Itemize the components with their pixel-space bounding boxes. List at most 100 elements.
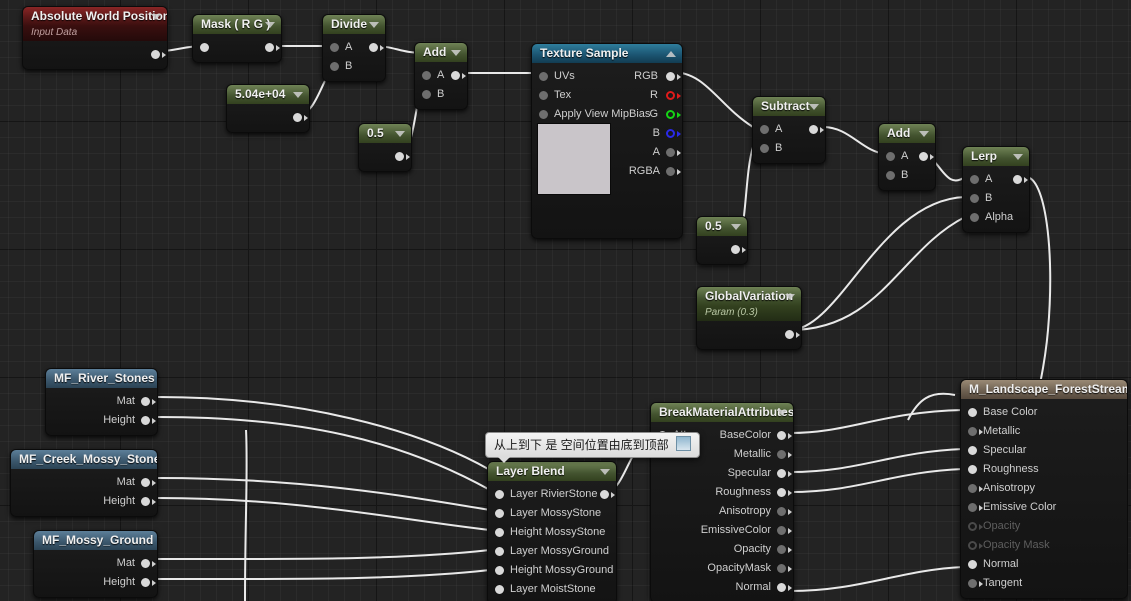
node-header[interactable]: Layer Blend: [488, 462, 616, 481]
chevron-down-icon[interactable]: [809, 104, 819, 110]
chevron-down-icon[interactable]: [395, 131, 405, 137]
output-pin-icon[interactable]: [141, 497, 156, 506]
node-layer-blend[interactable]: Layer Blend Layer RivierStone Layer Moss…: [487, 461, 617, 601]
node-absolute-world-position[interactable]: Absolute World Position Input Data: [22, 6, 168, 70]
input-pin-icon[interactable]: [968, 484, 983, 493]
input-pin-icon[interactable]: [968, 522, 983, 531]
node-header[interactable]: MF_Mossy_Ground: [34, 531, 157, 550]
pin-row-opacity-mask[interactable]: Opacity Mask: [961, 536, 1127, 555]
input-pin-icon[interactable]: [539, 91, 548, 100]
pin-row-mipbias[interactable]: Apply View MipBias G: [532, 105, 682, 124]
input-pin-icon[interactable]: [760, 125, 769, 134]
input-pin-icon[interactable]: [495, 547, 504, 556]
pin-row-layer-rivierstone[interactable]: Layer RivierStone: [488, 485, 616, 504]
input-pin-icon[interactable]: [970, 213, 979, 222]
output-pin-icon[interactable]: [777, 564, 792, 573]
input-pin-icon[interactable]: [495, 585, 504, 594]
output-pin-icon[interactable]: [141, 416, 156, 425]
chevron-down-icon[interactable]: [293, 92, 303, 98]
output-pin-icon[interactable]: [777, 507, 792, 516]
output-pin-icon[interactable]: [141, 559, 156, 568]
chevron-down-icon[interactable]: [451, 50, 461, 56]
node-mf-mossy-ground[interactable]: MF_Mossy_Ground Mat Height: [33, 530, 158, 598]
input-pin-icon[interactable]: [495, 509, 504, 518]
output-pin-icon[interactable]: [777, 545, 792, 554]
node-subtract[interactable]: Subtract A B: [752, 96, 826, 164]
node-global-variation[interactable]: GlobalVariation Param (0.3): [696, 286, 802, 350]
pin-row-roughness[interactable]: Roughness: [961, 460, 1127, 479]
output-pin-icon[interactable]: [151, 50, 166, 59]
output-pin-icon[interactable]: [777, 469, 792, 478]
chevron-down-icon[interactable]: [919, 131, 929, 137]
node-header[interactable]: 0.5: [359, 124, 411, 143]
pin-row-output[interactable]: [359, 147, 411, 166]
pin-row-add2-b[interactable]: B: [879, 166, 935, 185]
pin-row-add2-a[interactable]: A: [879, 147, 935, 166]
output-pin-icon[interactable]: [600, 490, 615, 499]
output-pin-icon[interactable]: [141, 478, 156, 487]
node-header[interactable]: 0.5: [697, 217, 747, 236]
node-divide[interactable]: Divide A B: [322, 14, 386, 82]
chevron-down-icon[interactable]: [600, 469, 610, 475]
pin-row-opacity[interactable]: Opacity: [961, 517, 1127, 536]
node-constant-half-1[interactable]: 0.5: [358, 123, 412, 172]
pin-row-emissivecolor[interactable]: EmissiveColor: [651, 521, 793, 540]
pin-row-normal[interactable]: Normal: [651, 578, 793, 597]
pin-row-add1-a[interactable]: A: [415, 66, 467, 85]
pin-row-lerp-b[interactable]: B: [963, 189, 1029, 208]
node-header[interactable]: M_Landscape_ForestStream: [961, 380, 1127, 399]
pin-row-anisotropy[interactable]: Anisotropy: [961, 479, 1127, 498]
input-pin-icon[interactable]: [968, 503, 983, 512]
chevron-down-icon[interactable]: [265, 22, 275, 28]
output-pin-r-icon[interactable]: [666, 91, 681, 100]
output-pin-icon[interactable]: [395, 152, 410, 161]
input-pin-icon[interactable]: [495, 490, 504, 499]
pin-row-opacity[interactable]: Opacity: [651, 540, 793, 559]
pin-row-lerp-a[interactable]: A: [963, 170, 1029, 189]
input-pin-icon[interactable]: [422, 71, 431, 80]
node-header[interactable]: MF_Creek_Mossy_Stones: [11, 450, 157, 469]
pin-row-sub-a[interactable]: A: [753, 120, 825, 139]
input-pin-icon[interactable]: [968, 541, 983, 550]
input-pin-icon[interactable]: [330, 43, 339, 52]
input-pin-icon[interactable]: [495, 566, 504, 575]
pin-row-tangent[interactable]: Tangent: [961, 574, 1127, 593]
input-pin-icon[interactable]: [968, 408, 977, 417]
node-header[interactable]: Absolute World Position: [23, 7, 167, 26]
output-pin-a-icon[interactable]: [666, 148, 681, 157]
pin-row-roughness[interactable]: Roughness: [651, 483, 793, 502]
output-pin-icon[interactable]: [141, 397, 156, 406]
output-pin-icon[interactable]: [1013, 175, 1028, 184]
input-pin-icon[interactable]: [539, 72, 548, 81]
pin-row-divide-a[interactable]: A: [323, 38, 385, 57]
node-m-landscape-foreststream[interactable]: M_Landscape_ForestStream Base Color Meta…: [960, 379, 1128, 599]
input-pin-icon[interactable]: [886, 152, 895, 161]
pin-row-output[interactable]: [697, 325, 801, 344]
pin-row-specular[interactable]: Specular: [961, 441, 1127, 460]
pin-row-metallic[interactable]: Metallic: [961, 422, 1127, 441]
pin-row-normal[interactable]: Normal: [961, 555, 1127, 574]
output-pin-icon[interactable]: [777, 431, 792, 440]
output-pin-icon[interactable]: [777, 526, 792, 535]
pin-row-tex[interactable]: Tex R: [532, 86, 682, 105]
output-pin-icon[interactable]: [265, 43, 280, 52]
pin-row-mat[interactable]: Mat: [11, 473, 157, 492]
input-pin-icon[interactable]: [539, 110, 548, 119]
input-pin-icon[interactable]: [200, 43, 209, 52]
pin-row-output[interactable]: [697, 240, 747, 259]
pin-row-mask[interactable]: [193, 38, 281, 57]
pin-row-layer-mossyground[interactable]: Layer MossyGround: [488, 542, 616, 561]
pin-row-anisotropy[interactable]: Anisotropy: [651, 502, 793, 521]
output-pin-icon[interactable]: [777, 450, 792, 459]
input-pin-icon[interactable]: [330, 62, 339, 71]
input-pin-icon[interactable]: [968, 446, 977, 455]
input-pin-icon[interactable]: [422, 90, 431, 99]
node-add-1[interactable]: Add A B: [414, 42, 468, 110]
pin-row-output[interactable]: [227, 108, 309, 127]
node-texture-sample[interactable]: Texture Sample UVs RGB Tex R Apply View …: [531, 43, 683, 239]
output-pin-icon[interactable]: [451, 71, 466, 80]
pin-row-mat[interactable]: Mat: [34, 554, 157, 573]
output-pin-icon[interactable]: [369, 43, 384, 52]
pin-row-mat[interactable]: Mat: [46, 392, 157, 411]
pin-row-height-mossyground[interactable]: Height MossyGround: [488, 561, 616, 580]
